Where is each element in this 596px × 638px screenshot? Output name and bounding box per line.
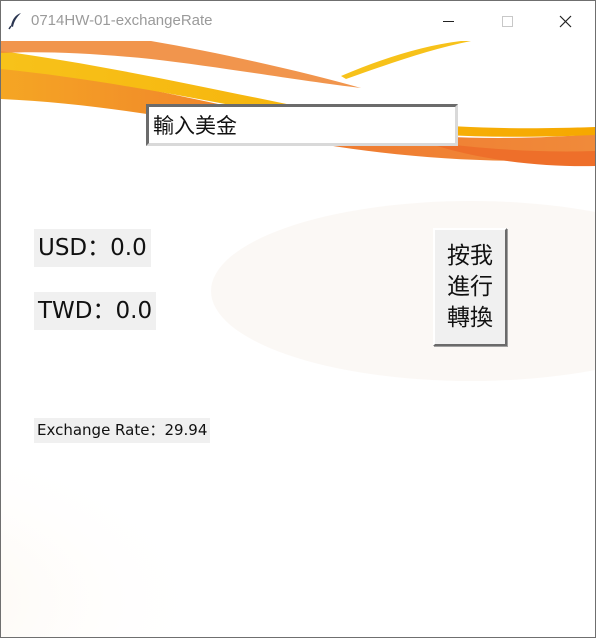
feather-icon [8,13,21,30]
convert-button-line: 轉換 [447,305,493,331]
app-window: 0714HW-01-exchangeRate 輸入美金 USD：0.0 TWD：… [0,0,596,638]
exchange-rate-label: Exchange Rate：29.94 [34,418,211,443]
convert-button-line: 進行 [447,274,493,300]
minimize-icon [443,21,454,22]
convert-button-line: 按我 [447,243,493,269]
client-area: USD：0.0 TWD：0.0 Exchange Rate：29.94 按我 進… [1,41,595,637]
maximize-button[interactable] [478,1,536,41]
title-bar[interactable]: 0714HW-01-exchangeRate [1,1,595,41]
maximize-icon [502,16,513,27]
close-button[interactable] [537,1,595,41]
usd-result-label: USD：0.0 [34,229,151,267]
minimize-button[interactable] [421,1,479,41]
usd-amount-input[interactable] [146,104,458,146]
twd-result-label: TWD：0.0 [34,292,157,330]
convert-button[interactable]: 按我 進行 轉換 [433,228,507,346]
close-icon [559,15,572,28]
window-title: 0714HW-01-exchangeRate [31,12,213,29]
